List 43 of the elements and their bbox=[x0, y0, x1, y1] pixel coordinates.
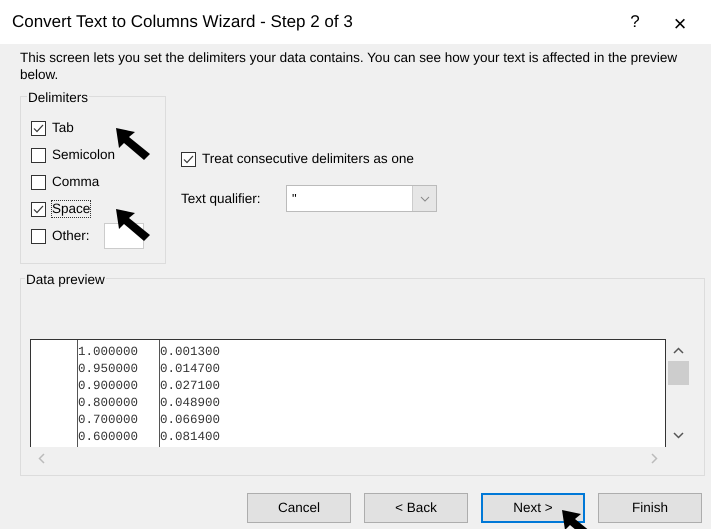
checkbox-label[interactable]: Tab bbox=[52, 120, 74, 136]
table-cell-text: 0.700000 bbox=[78, 412, 140, 429]
table-cell-text: 0.950000 bbox=[78, 361, 140, 378]
checkbox[interactable] bbox=[31, 202, 46, 216]
chevron-down-icon bbox=[420, 196, 430, 202]
chevron-up-icon bbox=[672, 347, 684, 354]
help-button[interactable]: ? bbox=[615, 7, 655, 37]
checkbox[interactable] bbox=[31, 174, 46, 190]
table-cell: 0.027100 bbox=[160, 378, 220, 395]
scrollbar-thumb[interactable] bbox=[668, 361, 688, 385]
text-qualifier-label: Text qualifier: bbox=[181, 190, 262, 208]
table-cell-text: 1.000000 bbox=[78, 344, 140, 361]
table-cell: 0.048900 bbox=[160, 395, 220, 412]
checkbox-label[interactable]: Space bbox=[52, 201, 90, 217]
chevron-down-icon bbox=[672, 432, 684, 439]
window-title: Convert Text to Columns Wizard - Step 2 of 3 bbox=[12, 11, 354, 34]
checkbox[interactable] bbox=[181, 152, 196, 167]
dialog-button[interactable]: Next > bbox=[481, 493, 585, 523]
table-cell: 0.014700 bbox=[160, 361, 220, 378]
text-qualifier-dropdown[interactable]: " bbox=[286, 185, 437, 212]
checkbox[interactable] bbox=[31, 120, 46, 136]
chevron-right-icon bbox=[651, 452, 658, 464]
close-button[interactable]: × bbox=[655, 7, 705, 37]
dialog-button[interactable]: Cancel bbox=[247, 493, 351, 523]
table-cell: 0.081400 bbox=[160, 429, 220, 446]
checkbox-label[interactable]: Comma bbox=[52, 174, 100, 190]
checkmark-icon bbox=[183, 154, 194, 164]
checkmark-icon bbox=[33, 204, 44, 214]
checkmark-icon bbox=[33, 124, 44, 132]
checkbox[interactable] bbox=[31, 228, 46, 244]
table-cell: 0.001300 bbox=[160, 344, 220, 361]
table-cell-text: 0.600000 bbox=[78, 429, 140, 446]
table-cell-text: 0.800000 bbox=[78, 395, 140, 412]
checkbox-label[interactable]: Other: bbox=[52, 228, 90, 244]
dialog-button[interactable]: Finish bbox=[598, 493, 702, 523]
checkbox-label[interactable]: Treat consecutive delimiters as one bbox=[202, 149, 414, 170]
chevron-left-icon bbox=[38, 452, 45, 464]
description-text: This screen lets you set the delimiters your data contains. You can see how your text is affected in the preview below. bbox=[19, 49, 678, 83]
table-cell: 0.066900 bbox=[160, 412, 220, 429]
checkbox[interactable] bbox=[31, 148, 46, 162]
dialog-button[interactable]: < Back bbox=[364, 493, 468, 523]
checkbox-label[interactable]: Semicolon bbox=[52, 147, 116, 163]
table-cell-text: 0.900000 bbox=[78, 378, 140, 395]
